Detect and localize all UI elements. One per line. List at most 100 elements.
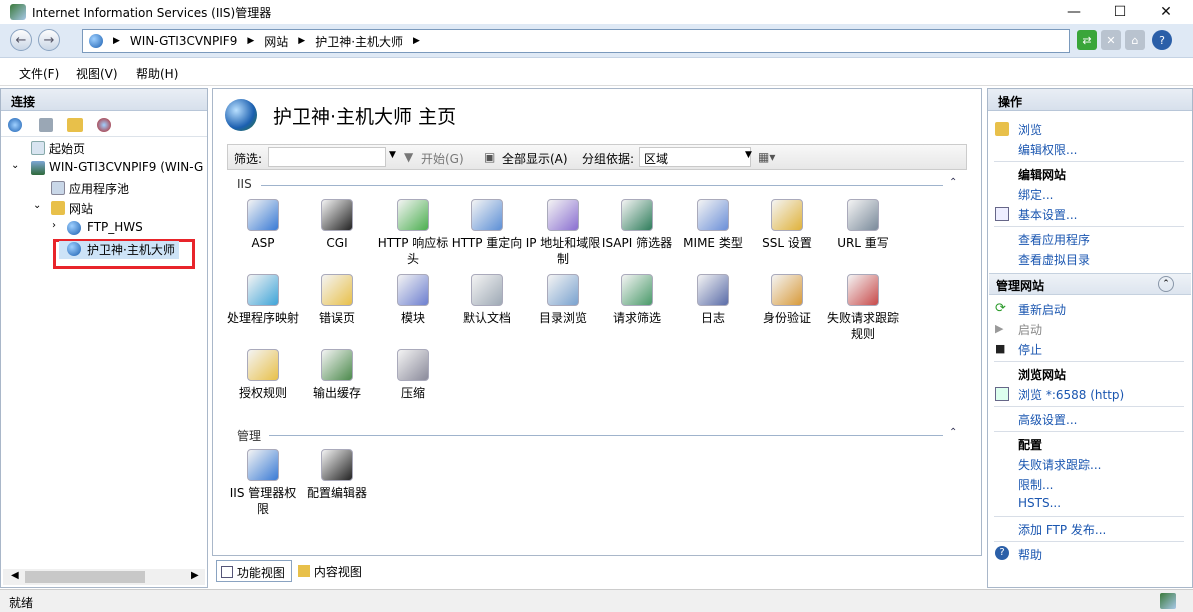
menu-help[interactable]: 帮助(H) [136, 65, 178, 82]
action-browse[interactable]: 浏览 [1018, 121, 1042, 138]
feature-item[interactable]: 身份验证 [749, 274, 825, 326]
action-add-ftp-publishing[interactable]: 添加 FTP 发布... [1018, 521, 1106, 538]
collapse-group-icon[interactable]: ⌃ [949, 427, 957, 438]
action-browse-6588[interactable]: 浏览 *:6588 (http) [1018, 386, 1124, 403]
tree-collapse-icon[interactable]: ⌄ [33, 200, 41, 211]
dropdown-icon[interactable]: ▼ [389, 150, 396, 160]
feature-item[interactable]: CGI [299, 199, 375, 251]
funnel-icon: ▼ [404, 150, 414, 164]
feature-label: ASP [251, 236, 275, 250]
scroll-left-icon[interactable]: ◀ [11, 570, 19, 581]
feature-item[interactable]: SSL 设置 [749, 199, 825, 251]
action-view-virtual-dirs[interactable]: 查看虚拟目录 [1018, 251, 1090, 268]
menu-file[interactable]: 文件(F) [19, 65, 59, 82]
feature-item[interactable]: 日志 [675, 274, 751, 326]
action-failed-request-tracing[interactable]: 失败请求跟踪... [1018, 456, 1101, 473]
menu-bar: 文件(F) 视图(V) 帮助(H) [0, 58, 1193, 86]
breadcrumb-site[interactable]: 护卫神·主机大师 [315, 33, 403, 50]
feature-item[interactable]: 压缩 [375, 349, 451, 401]
feature-item[interactable]: 失败请求跟踪规则 [825, 274, 901, 342]
address-bar[interactable]: ▶ WIN-GTI3CVNPIF9 ▶ 网站 ▶ 护卫神·主机大师 ▶ [82, 29, 1070, 53]
filter-input[interactable] [268, 147, 386, 167]
view-icon[interactable]: ▦▾ [758, 150, 775, 164]
show-all-button[interactable]: 全部显示(A) [502, 150, 568, 167]
tree-collapse-icon[interactable]: ⌄ [11, 160, 19, 171]
feature-item[interactable]: HTTP 重定向 [449, 199, 525, 251]
feature-item[interactable]: ASP [225, 199, 301, 251]
feature-item[interactable]: 配置编辑器 [299, 449, 375, 501]
action-restart[interactable]: 重新启动 [1018, 301, 1066, 318]
scroll-right-icon[interactable]: ▶ [191, 570, 199, 581]
connect-icon[interactable] [8, 118, 22, 132]
save-icon[interactable] [39, 118, 53, 132]
action-advanced-settings[interactable]: 高级设置... [1018, 411, 1077, 428]
tree-start-page[interactable]: 起始页 [49, 140, 85, 157]
tree-sites[interactable]: 网站 [69, 200, 93, 217]
feature-label: ISAPI 筛选器 [601, 236, 673, 250]
action-start[interactable]: 启动 [1018, 321, 1042, 338]
feature-item[interactable]: 请求筛选 [599, 274, 675, 326]
feature-item[interactable]: MIME 类型 [675, 199, 751, 251]
action-hsts[interactable]: HSTS... [1018, 496, 1061, 510]
feature-item[interactable]: 错误页 [299, 274, 375, 326]
stop-icon[interactable]: ✕ [1101, 30, 1121, 50]
collapse-group-icon[interactable]: ⌃ [949, 177, 957, 188]
collapse-section-icon[interactable]: ⌃ [1158, 276, 1174, 292]
feature-label: IP 地址和域限制 [525, 236, 601, 266]
action-stop[interactable]: 停止 [1018, 341, 1042, 358]
app-pool-icon [51, 181, 65, 195]
divider [994, 406, 1184, 407]
back-button[interactable]: ← [10, 29, 32, 51]
tree-expand-icon[interactable]: › [52, 220, 56, 231]
action-basic-settings[interactable]: 基本设置... [1018, 206, 1077, 223]
start-filter-button[interactable]: 开始(G) [421, 150, 464, 167]
feature-label: IIS 管理器权限 [229, 486, 297, 516]
content-view-tab[interactable]: 内容视图 [296, 560, 376, 582]
feature-icon [697, 199, 729, 231]
start-icon: ▶ [995, 322, 1004, 335]
feature-item[interactable]: HTTP 响应标头 [375, 199, 451, 267]
disconnect-icon[interactable] [97, 118, 111, 132]
close-button[interactable]: ✕ [1143, 0, 1189, 24]
feature-item[interactable]: 授权规则 [225, 349, 301, 401]
group-iis-title: IIS [237, 177, 252, 191]
feature-item[interactable]: IIS 管理器权限 [225, 449, 301, 517]
feature-icon [397, 349, 429, 381]
group-by-select[interactable]: 区域 [639, 147, 751, 167]
tree-selected-site[interactable]: 护卫神·主机大师 [87, 241, 175, 258]
status-text: 就绪 [9, 596, 34, 610]
features-view-tab[interactable]: 功能视图 [216, 560, 292, 582]
feature-item[interactable]: 输出缓存 [299, 349, 375, 401]
action-help[interactable]: 帮助 [1018, 546, 1042, 563]
feature-item[interactable]: URL 重写 [825, 199, 901, 251]
feature-item[interactable]: 默认文档 [449, 274, 525, 326]
breadcrumb-server[interactable]: WIN-GTI3CVNPIF9 [130, 34, 237, 48]
view-tabs: 功能视图 内容视图 [212, 560, 987, 584]
feature-item[interactable]: ISAPI 筛选器 [599, 199, 675, 251]
forward-button[interactable]: → [38, 29, 60, 51]
tree-ftp-hws[interactable]: FTP_HWS [87, 220, 143, 234]
feature-item[interactable]: 目录浏览 [525, 274, 601, 326]
action-limits[interactable]: 限制... [1018, 476, 1053, 493]
action-view-applications[interactable]: 查看应用程序 [1018, 231, 1090, 248]
breadcrumb-sites[interactable]: 网站 [264, 33, 288, 50]
menu-view[interactable]: 视图(V) [76, 65, 118, 82]
minimize-button[interactable]: — [1051, 0, 1097, 24]
dropdown-icon[interactable]: ▼ [745, 150, 752, 160]
tree-server[interactable]: WIN-GTI3CVNPIF9 (WIN-G [49, 160, 203, 174]
action-edit-permissions[interactable]: 编辑权限... [1018, 141, 1077, 158]
group-by-value: 区域 [644, 152, 669, 166]
horizontal-scrollbar[interactable]: ◀ ▶ [3, 569, 205, 585]
help-icon[interactable]: ? [1152, 30, 1172, 50]
refresh-icon[interactable]: ⇄ [1077, 30, 1097, 50]
chevron-right-icon: ▶ [247, 36, 255, 46]
feature-item[interactable]: 模块 [375, 274, 451, 326]
scroll-thumb[interactable] [25, 571, 145, 583]
feature-item[interactable]: IP 地址和域限制 [525, 199, 601, 267]
action-bindings[interactable]: 绑定... [1018, 186, 1053, 203]
feature-item[interactable]: 处理程序映射 [225, 274, 301, 326]
maximize-button[interactable]: ☐ [1097, 0, 1143, 24]
up-folder-icon[interactable] [67, 118, 83, 132]
home-icon[interactable]: ⌂ [1125, 30, 1145, 50]
tree-app-pools[interactable]: 应用程序池 [69, 180, 129, 197]
